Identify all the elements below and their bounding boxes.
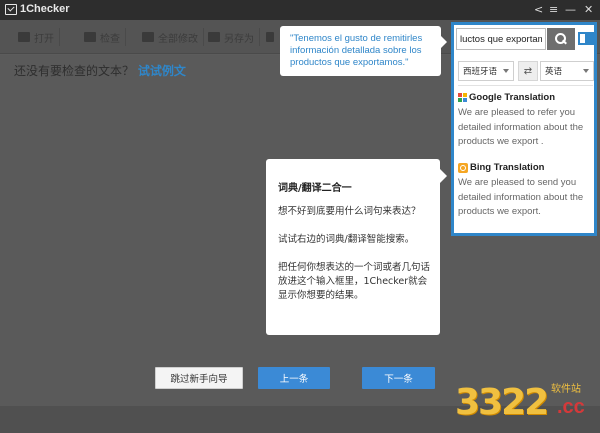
target-language-label: 英语 (545, 67, 563, 77)
toolbar-fix-all-button[interactable]: 全部修改 (142, 20, 204, 54)
toolbar-separator (203, 28, 204, 46)
tour-tooltip: 词典/翻译二合一 想不好到底要用什么词句来表达？ 试试右边的词典/翻译智能搜索。… (266, 159, 447, 335)
edit-icon (142, 32, 154, 42)
toolbar-separator (259, 28, 260, 46)
translate-search-button[interactable] (547, 28, 575, 50)
example-quote-text: "Tenemos el gusto de remitirles informac… (290, 33, 423, 68)
share-icon[interactable]: < (534, 2, 543, 17)
chevron-down-icon (583, 69, 589, 73)
search-icon (84, 32, 96, 42)
bing-icon (458, 162, 468, 173)
next-button[interactable]: 下一条 (362, 367, 435, 389)
close-icon[interactable]: ✕ (584, 2, 593, 17)
bing-translation-text: We are pleased to send you detailed info… (458, 177, 584, 217)
tour-text-2: 试试右边的词典/翻译智能搜索。 (278, 234, 415, 245)
toolbar-check-label: 检查 (100, 33, 120, 45)
google-icon (458, 93, 467, 102)
toolbar-save-as-button[interactable]: 另存为 (208, 20, 260, 54)
title-bar: 1Checker < ≡ — ✕ (0, 0, 600, 20)
google-translation-text: We are pleased to refer you detailed inf… (458, 107, 584, 147)
google-translation-title: Google Translation (458, 92, 594, 103)
toolbar-fix-all-label: 全部修改 (158, 33, 198, 45)
document-icon (266, 32, 274, 42)
translate-search-row (456, 28, 595, 50)
menu-icon[interactable]: ≡ (549, 2, 558, 17)
site-watermark: 3322 软件站 .cc (455, 374, 595, 430)
bing-translation-result: Bing Translation We are pleased to send … (458, 162, 594, 220)
previous-button[interactable]: 上一条 (258, 367, 330, 389)
toolbar-open-label: 打开 (34, 33, 54, 45)
save-icon (208, 32, 220, 42)
toolbar-separator (125, 28, 126, 46)
swap-icon: ⇄ (523, 65, 533, 77)
toolbar-document-button[interactable] (266, 20, 274, 54)
translate-panel: 西班牙语 ⇄ 英语 Google Translation We are plea… (451, 22, 597, 236)
panel-divider (458, 85, 593, 86)
translate-search-input[interactable] (456, 28, 546, 50)
chevron-down-icon (503, 69, 509, 73)
bing-translation-label: Bing Translation (470, 162, 545, 173)
source-language-select[interactable]: 西班牙语 (458, 61, 514, 81)
tour-text-1: 想不好到底要用什么词句来表达？ (278, 206, 421, 217)
app-title: 1Checker (20, 3, 70, 15)
example-quote-bubble: "Tenemos el gusto de remitirles informac… (280, 26, 447, 76)
language-row: 西班牙语 ⇄ 英语 (458, 61, 594, 81)
target-language-select[interactable]: 英语 (540, 61, 594, 81)
try-example-link[interactable]: 试试例文 (138, 64, 186, 78)
watermark-subtitle: 软件站 (551, 384, 581, 395)
skip-tour-button[interactable]: 跳过新手向导 (155, 367, 243, 389)
toolbar-separator (59, 28, 60, 46)
toolbar-open-button[interactable]: 打开 (18, 20, 60, 54)
toolbar-save-as-label: 另存为 (224, 33, 254, 45)
bing-translation-title: Bing Translation (458, 162, 594, 173)
watermark-domain: .cc (557, 396, 585, 418)
watermark-number: 3322 (455, 382, 549, 423)
tour-text-3: 把任何你想表达的一个词或者几句话放进这个输入框里，1Checker就会显示你想要… (278, 262, 431, 301)
empty-prompt-text: 还没有要检查的文本？ (14, 64, 135, 78)
empty-prompt: 还没有要检查的文本？ 试试例文 (14, 62, 186, 79)
panel-toggle[interactable] (578, 32, 595, 45)
toolbar-check-button[interactable]: 检查 (84, 20, 126, 54)
folder-icon (18, 32, 30, 42)
search-icon (555, 33, 567, 45)
tour-heading: 词典/翻译二合一 (278, 183, 352, 194)
google-translation-result: Google Translation We are pleased to ref… (458, 92, 594, 150)
source-language-label: 西班牙语 (463, 67, 498, 77)
google-translation-label: Google Translation (469, 92, 556, 103)
swap-languages-button[interactable]: ⇄ (518, 61, 538, 81)
minimize-icon[interactable]: — (565, 2, 576, 17)
app-logo-icon (5, 4, 17, 15)
